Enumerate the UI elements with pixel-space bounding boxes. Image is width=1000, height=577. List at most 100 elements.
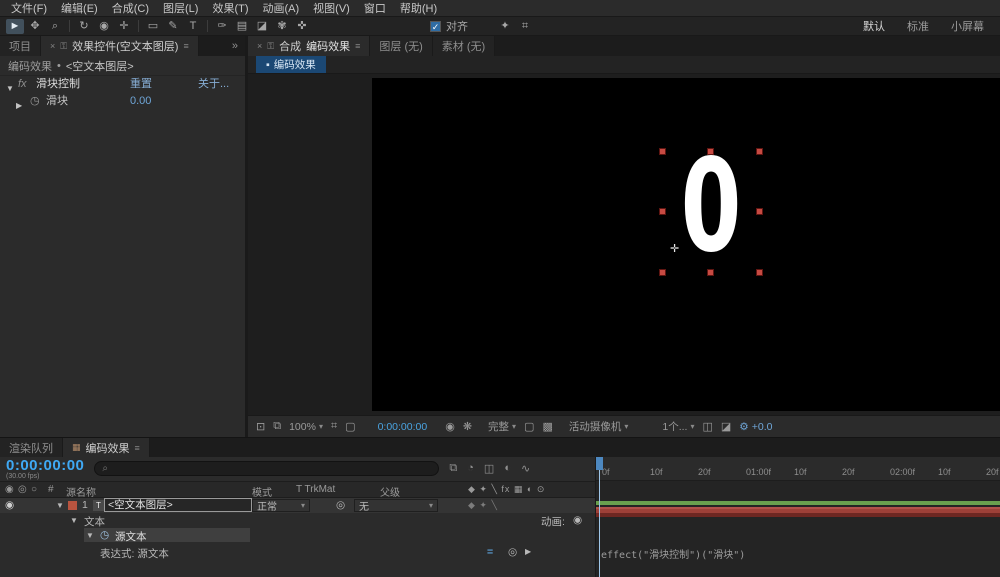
transparency-grid-icon[interactable]: ▩ bbox=[542, 420, 552, 433]
pen-tool-icon[interactable]: ✎ bbox=[164, 19, 182, 34]
type-tool-icon[interactable]: T bbox=[184, 19, 202, 34]
layer-switches-icons[interactable]: ◆ ✦ ╲ bbox=[468, 500, 498, 511]
expression-menu-icon[interactable]: ▶ bbox=[525, 547, 531, 556]
zoom-tool-icon[interactable]: ⌕ bbox=[46, 19, 64, 34]
preview-timecode[interactable]: 0:00:00:00 bbox=[378, 421, 428, 433]
tab-composition[interactable]: × ⚿ 合成 编码效果 ≡ bbox=[248, 36, 370, 56]
roto-brush-tool-icon[interactable]: ✾ bbox=[273, 19, 291, 34]
channels-icon[interactable]: ❋ bbox=[463, 420, 472, 433]
selection-handle[interactable] bbox=[659, 148, 666, 155]
tab-timeline-comp[interactable]: ▦ 编码效果 ≡ bbox=[63, 438, 150, 457]
menu-item-edit[interactable]: 编辑(E) bbox=[54, 0, 105, 17]
close-icon[interactable]: × bbox=[50, 41, 55, 51]
layer-name-field[interactable]: <空文本图层> bbox=[104, 498, 252, 512]
source-text-stopwatch-icon[interactable]: ◷ bbox=[100, 529, 109, 541]
fx-badge-icon[interactable]: fx bbox=[18, 76, 27, 93]
menu-item-file[interactable]: 文件(F) bbox=[4, 0, 54, 17]
timeline-search-input[interactable]: ⌕ bbox=[94, 461, 439, 476]
effect-name[interactable]: 滑块控制 bbox=[36, 76, 80, 93]
hand-tool-icon[interactable]: ✥ bbox=[26, 19, 44, 34]
comp-pill-tab[interactable]: ▪ 编码效果 bbox=[256, 56, 326, 73]
selection-handle[interactable] bbox=[707, 148, 714, 155]
expression-text[interactable]: effect("滑块控制")("滑块") bbox=[601, 546, 745, 561]
timeline-track-area[interactable]: 0f 10f 20f 01:00f 10f 20f 02:00f 10f 20f… bbox=[596, 457, 1000, 577]
column-parent[interactable]: 父级 bbox=[380, 484, 400, 499]
view-layout-control[interactable]: 1个... ▾ bbox=[662, 419, 694, 434]
puppet-pin-tool-icon[interactable]: ✜ bbox=[293, 19, 311, 34]
grid-guides-icon[interactable]: ⌗ bbox=[331, 420, 337, 433]
label-color-chip[interactable] bbox=[68, 501, 77, 510]
tab-project[interactable]: 项目 bbox=[0, 36, 41, 56]
panel-menu-icon[interactable]: ≡ bbox=[183, 41, 188, 51]
layer-duration-bar[interactable] bbox=[596, 507, 1000, 517]
menu-item-view[interactable]: 视图(V) bbox=[306, 0, 357, 17]
pixel-aspect-icon[interactable]: ◫ bbox=[702, 420, 712, 433]
selection-tool-icon[interactable]: ► bbox=[6, 19, 24, 34]
workspace-small-screen[interactable]: 小屏幕 bbox=[940, 18, 995, 34]
current-timecode[interactable]: 0:00:00:00 bbox=[6, 459, 84, 473]
text-group-row[interactable]: ▼ 文本 动画: ◉ bbox=[0, 513, 595, 528]
slider-property-row[interactable]: ▶ ◷ 滑块 0.00 bbox=[0, 93, 245, 110]
layer-eye-icon[interactable]: ◉ bbox=[5, 499, 14, 511]
tab-effect-controls[interactable]: × ⚿ 效果控件(空文本图层) ≡ bbox=[41, 36, 199, 56]
text-group-twirl-icon[interactable]: ▼ bbox=[70, 516, 78, 525]
brush-tool-icon[interactable]: ✑ bbox=[213, 19, 231, 34]
effect-header-row[interactable]: ▼ fx 滑块控制 重置 关于... bbox=[0, 76, 245, 93]
workspace-standard[interactable]: 标准 bbox=[896, 18, 940, 34]
menu-item-animation[interactable]: 动画(A) bbox=[256, 0, 307, 17]
selection-handle[interactable] bbox=[659, 208, 666, 215]
menu-item-window[interactable]: 窗口 bbox=[357, 0, 393, 17]
comp-viewport[interactable]: 0 ✛ bbox=[248, 74, 1000, 415]
lock-icon[interactable]: ⚿ bbox=[267, 41, 274, 52]
lock-icon[interactable]: ⚿ bbox=[60, 41, 67, 52]
stopwatch-icon[interactable]: ◷ bbox=[30, 93, 40, 110]
tab-render-queue[interactable]: 渲染队列 bbox=[0, 438, 63, 457]
expression-row[interactable]: 表达式: 源文本 = ◎ ▶ bbox=[0, 543, 595, 561]
selection-handle[interactable] bbox=[659, 269, 666, 276]
text-layer-digit[interactable]: 0 bbox=[681, 143, 742, 271]
roi-icon[interactable]: ▢ bbox=[524, 420, 534, 433]
current-time-indicator[interactable] bbox=[599, 457, 600, 577]
column-mode[interactable]: 模式 bbox=[252, 484, 272, 499]
parent-dropdown[interactable]: 无 ▾ bbox=[354, 499, 438, 512]
selection-handle[interactable] bbox=[756, 269, 763, 276]
mini-flowchart-icon[interactable]: ⧉ bbox=[449, 462, 457, 475]
graph-editor-icon[interactable]: ∿ bbox=[521, 462, 530, 475]
pan-behind-tool-icon[interactable]: ✛ bbox=[115, 19, 133, 34]
zoom-control[interactable]: 100% ▾ bbox=[289, 421, 323, 433]
exposure-control[interactable]: ⚙ +0.0 bbox=[739, 421, 772, 433]
camera-tool-icon[interactable]: ◉ bbox=[95, 19, 113, 34]
blend-mode-dropdown[interactable]: 正常 ▾ bbox=[252, 499, 310, 512]
eraser-tool-icon[interactable]: ◪ bbox=[253, 19, 271, 34]
menu-item-composition[interactable]: 合成(C) bbox=[105, 0, 156, 17]
add-animator-icon[interactable]: ◉ bbox=[573, 514, 582, 526]
layer-row[interactable]: ◉ ▼ 1 T <空文本图层> 正常 ▾ ◎ 无 ▾ ◆ ✦ ╲ bbox=[0, 498, 595, 513]
property-twirl-icon[interactable]: ▶ bbox=[16, 97, 22, 114]
reset-link[interactable]: 重置 bbox=[130, 76, 152, 93]
panel-overflow-icon[interactable]: » bbox=[232, 40, 238, 52]
dual-view-icon[interactable]: ⧉ bbox=[273, 420, 281, 433]
property-value[interactable]: 0.00 bbox=[130, 93, 151, 110]
selection-handle[interactable] bbox=[756, 208, 763, 215]
about-link[interactable]: 关于... bbox=[198, 76, 229, 93]
close-icon[interactable]: × bbox=[257, 41, 262, 51]
source-text-row[interactable]: ▼ ◷ 源文本 bbox=[0, 528, 595, 543]
clone-stamp-tool-icon[interactable]: ▤ bbox=[233, 19, 251, 34]
mask-visibility-icon[interactable]: ▢ bbox=[345, 420, 355, 433]
fast-preview-icon[interactable]: ◪ bbox=[721, 420, 731, 433]
work-area-bar[interactable] bbox=[596, 501, 1000, 505]
panel-menu-icon[interactable]: ≡ bbox=[355, 41, 360, 51]
menu-item-help[interactable]: 帮助(H) bbox=[393, 0, 444, 17]
motion-blur-icon[interactable]: ◐ bbox=[504, 462, 511, 475]
camera-view-control[interactable]: 活动摄像机 ▾ bbox=[569, 419, 629, 434]
comp-canvas[interactable]: 0 ✛ bbox=[372, 78, 1000, 411]
frame-blend-icon[interactable]: ◫ bbox=[484, 462, 494, 475]
magnet-icon[interactable]: ✦ bbox=[496, 19, 514, 34]
layer-twirl-icon[interactable]: ▼ bbox=[56, 501, 64, 510]
selection-handle[interactable] bbox=[707, 269, 714, 276]
selection-handle[interactable] bbox=[756, 148, 763, 155]
resolution-control[interactable]: 完整 ▾ bbox=[488, 419, 516, 434]
menu-item-layer[interactable]: 图层(L) bbox=[156, 0, 205, 17]
shy-icon[interactable]: ◔ bbox=[467, 462, 474, 475]
source-text-twirl-icon[interactable]: ▼ bbox=[86, 531, 94, 540]
